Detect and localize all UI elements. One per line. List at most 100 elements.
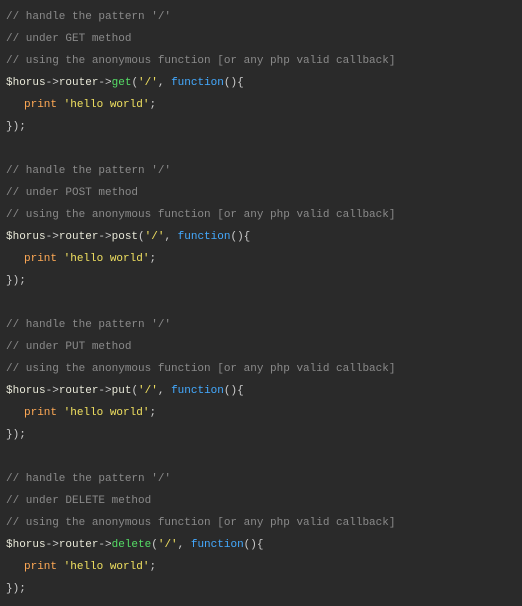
arrow-op: ->	[98, 539, 111, 551]
string-literal: '/'	[138, 385, 158, 397]
function-keyword: function	[171, 77, 224, 89]
comment-text: // handle the pattern '/'	[6, 473, 171, 485]
arrow-op: ->	[46, 385, 59, 397]
semicolon: ;	[149, 407, 156, 419]
code-line: // using the anonymous function [or any …	[6, 50, 516, 72]
keyword: print	[24, 253, 57, 265]
code-line: // using the anonymous function [or any …	[6, 358, 516, 380]
arrow-op: ->	[98, 77, 111, 89]
code-line: // under PUT method	[6, 336, 516, 358]
comment-text: // using the anonymous function [or any …	[6, 55, 395, 67]
code-line: });	[6, 270, 516, 292]
comma: ,	[164, 231, 177, 243]
arrow-op: ->	[46, 539, 59, 551]
space	[57, 253, 64, 265]
code-line: // handle the pattern '/'	[6, 468, 516, 490]
variable: $horus	[6, 539, 46, 551]
space	[57, 561, 64, 573]
code-line: $horus->router->post('/', function(){	[6, 226, 516, 248]
semicolon: ;	[149, 561, 156, 573]
code-line: print 'hello world';	[6, 402, 516, 424]
method-name: put	[112, 385, 132, 397]
code-line: $horus->router->get('/', function(){	[6, 72, 516, 94]
code-line: // under POST method	[6, 182, 516, 204]
code-line: // using the anonymous function [or any …	[6, 512, 516, 534]
comma: ,	[158, 77, 171, 89]
string-literal: '/'	[145, 231, 165, 243]
space	[6, 451, 13, 463]
method-name: delete	[112, 539, 152, 551]
code-line: });	[6, 424, 516, 446]
variable: $horus	[6, 77, 46, 89]
arrow-op: ->	[46, 231, 59, 243]
keyword: print	[24, 407, 57, 419]
code-line: // handle the pattern '/'	[6, 160, 516, 182]
code-line: // under GET method	[6, 28, 516, 50]
space	[6, 143, 13, 155]
comment-text: // under PUT method	[6, 341, 131, 353]
brace-open: (){	[224, 77, 244, 89]
code-line: print 'hello world';	[6, 248, 516, 270]
arrow-op: ->	[98, 385, 111, 397]
comment-text: // using the anonymous function [or any …	[6, 209, 395, 221]
code-line: });	[6, 116, 516, 138]
paren: (	[138, 231, 145, 243]
blank-line	[6, 138, 516, 160]
comment-text: // using the anonymous function [or any …	[6, 363, 395, 375]
code-line: print 'hello world';	[6, 556, 516, 578]
property: router	[59, 77, 99, 89]
code-line: print 'hello world';	[6, 94, 516, 116]
space	[6, 297, 13, 309]
brace-open: (){	[224, 385, 244, 397]
code-line: // handle the pattern '/'	[6, 6, 516, 28]
code-line: // handle the pattern '/'	[6, 314, 516, 336]
function-keyword: function	[178, 231, 231, 243]
paren: (	[151, 539, 158, 551]
keyword: print	[24, 561, 57, 573]
code-line: // under DELETE method	[6, 490, 516, 512]
space	[57, 99, 64, 111]
code-line: $horus->router->delete('/', function(){	[6, 534, 516, 556]
method-name: get	[112, 77, 132, 89]
brace-close: });	[6, 275, 26, 287]
property: router	[59, 385, 99, 397]
arrow-op: ->	[46, 77, 59, 89]
blank-line	[6, 292, 516, 314]
semicolon: ;	[149, 99, 156, 111]
property: router	[59, 231, 99, 243]
function-keyword: function	[171, 385, 224, 397]
arrow-op: ->	[98, 231, 111, 243]
space	[57, 407, 64, 419]
comment-text: // under GET method	[6, 33, 131, 45]
variable: $horus	[6, 231, 46, 243]
string-literal: 'hello world'	[64, 99, 150, 111]
method-name: post	[112, 231, 138, 243]
function-keyword: function	[191, 539, 244, 551]
comma: ,	[158, 385, 171, 397]
string-literal: 'hello world'	[64, 253, 150, 265]
comment-text: // using the anonymous function [or any …	[6, 517, 395, 529]
brace-close: });	[6, 429, 26, 441]
comment-text: // handle the pattern '/'	[6, 11, 171, 23]
variable: $horus	[6, 385, 46, 397]
comment-text: // under DELETE method	[6, 495, 151, 507]
string-literal: 'hello world'	[64, 561, 150, 573]
semicolon: ;	[149, 253, 156, 265]
code-line: // using the anonymous function [or any …	[6, 204, 516, 226]
comma: ,	[178, 539, 191, 551]
keyword: print	[24, 99, 57, 111]
comment-text: // under POST method	[6, 187, 138, 199]
string-literal: 'hello world'	[64, 407, 150, 419]
brace-open: (){	[230, 231, 250, 243]
string-literal: '/'	[138, 77, 158, 89]
property: router	[59, 539, 99, 551]
code-line: });	[6, 578, 516, 600]
brace-close: });	[6, 121, 26, 133]
comment-text: // handle the pattern '/'	[6, 319, 171, 331]
brace-close: });	[6, 583, 26, 595]
string-literal: '/'	[158, 539, 178, 551]
brace-open: (){	[244, 539, 264, 551]
code-line: $horus->router->put('/', function(){	[6, 380, 516, 402]
blank-line	[6, 446, 516, 468]
comment-text: // handle the pattern '/'	[6, 165, 171, 177]
